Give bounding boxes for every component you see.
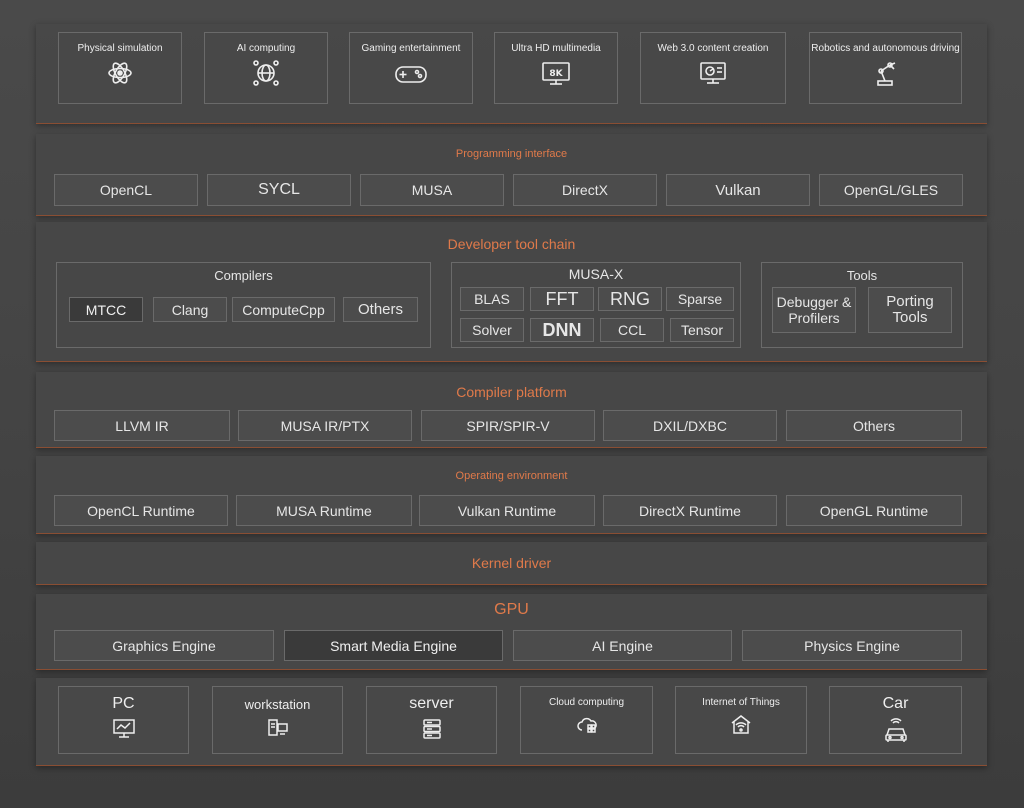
ir-musa-ptx: MUSA IR/PTX — [238, 410, 412, 441]
app-label: Gaming entertainment — [361, 43, 461, 54]
device-label: Internet of Things — [702, 697, 780, 708]
gamepad-icon — [395, 66, 427, 83]
app-label: Web 3.0 content creation — [657, 43, 769, 54]
cloud-icon — [576, 717, 597, 733]
api-directx: DirectX — [513, 174, 657, 206]
api-opengl-gles: OpenGL/GLES — [819, 174, 963, 206]
compilers-group: Compilers MTCC Clang ComputeCpp Others — [56, 262, 431, 348]
programming-interface-title: Programming interface — [455, 148, 568, 160]
gpu-title: GPU — [494, 601, 529, 618]
api-sycl: SYCL — [207, 174, 351, 206]
api-opencl: OpenCL — [54, 174, 198, 206]
app-label: Ultra HD multimedia — [511, 43, 601, 54]
8k-monitor-icon: 8K — [542, 62, 570, 85]
app-label: Robotics and autonomous driving — [811, 43, 960, 54]
device-label: PC — [112, 695, 135, 712]
kernel-driver-title: Kernel driver — [471, 555, 552, 571]
device-car: Car — [829, 686, 962, 754]
app-label: Physical simulation — [77, 43, 163, 54]
musa-x-rng: RNG — [598, 287, 662, 311]
musa-x-ccl: CCL — [600, 318, 664, 342]
engine-graphics: Graphics Engine — [54, 630, 274, 661]
tools-title: Tools — [846, 268, 878, 283]
device-cloud-computing: Cloud computing — [520, 686, 653, 754]
device-label: Car — [882, 695, 909, 712]
compiler-mtcc: MTCC — [69, 297, 143, 322]
app-label: AI computing — [236, 43, 296, 54]
gpu-layer: GPU Graphics Engine Smart Media Engine A… — [36, 594, 987, 670]
runtime-musa: MUSA Runtime — [236, 495, 412, 526]
app-ai-computing: AI computing — [204, 32, 328, 104]
devices-layer: PC workstation server Cloud computing In… — [36, 678, 987, 766]
applications-layer: Physical simulation AI computing Gaming … — [36, 24, 987, 124]
app-physical-simulation: Physical simulation — [58, 32, 182, 104]
ir-dxil-dxbc: DXIL/DXBC — [603, 410, 777, 441]
app-robotics-autonomous-driving: Robotics and autonomous driving — [809, 32, 962, 104]
chart-monitor-icon — [700, 62, 726, 84]
device-server: server — [366, 686, 497, 754]
runtime-opencl: OpenCL Runtime — [54, 495, 228, 526]
compilers-title: Compilers — [214, 268, 273, 283]
api-vulkan: Vulkan — [666, 174, 810, 206]
musa-x-title: MUSA-X — [568, 266, 624, 282]
ir-spir-v: SPIR/SPIR-V — [421, 410, 595, 441]
operating-environment-layer: Operating environment OpenCL Runtime MUS… — [36, 456, 987, 534]
operating-environment-title: Operating environment — [455, 470, 568, 482]
musa-x-dnn: DNN — [530, 318, 594, 342]
api-musa: MUSA — [360, 174, 504, 206]
iot-home-icon — [731, 715, 751, 734]
developer-tool-chain-layer: Developer tool chain Compilers MTCC Clan… — [36, 222, 987, 362]
runtime-vulkan: Vulkan Runtime — [419, 495, 595, 526]
device-label: Cloud computing — [548, 697, 625, 708]
robot-arm-icon — [876, 62, 895, 86]
server-icon — [422, 719, 441, 739]
car-icon — [884, 718, 907, 742]
device-internet-of-things: Internet of Things — [675, 686, 807, 754]
ir-others: Others — [786, 410, 962, 441]
kernel-driver-layer: Kernel driver — [36, 542, 987, 585]
runtime-opengl: OpenGL Runtime — [786, 495, 962, 526]
network-globe-icon — [253, 60, 279, 86]
compiler-computecpp: ComputeCpp — [232, 297, 335, 322]
compiler-clang: Clang — [153, 297, 227, 322]
compiler-platform-title: Compiler platform — [456, 384, 567, 400]
ir-llvm: LLVM IR — [54, 410, 230, 441]
device-pc: PC — [58, 686, 189, 754]
workstation-icon — [267, 719, 288, 736]
compiler-platform-layer: Compiler platform LLVM IR MUSA IR/PTX SP… — [36, 372, 987, 448]
app-gaming-entertainment: Gaming entertainment — [349, 32, 473, 104]
app-web3-content-creation: Web 3.0 content creation — [640, 32, 786, 104]
developer-tool-chain-title: Developer tool chain — [447, 236, 576, 252]
pc-monitor-icon — [112, 719, 135, 738]
engine-physics: Physics Engine — [742, 630, 962, 661]
svg-text:8K: 8K — [549, 69, 563, 79]
compiler-others: Others — [343, 297, 418, 322]
engine-smart-media: Smart Media Engine — [284, 630, 503, 661]
musa-x-sparse: Sparse — [666, 287, 734, 311]
device-label: workstation — [244, 697, 311, 712]
musa-x-blas: BLAS — [460, 287, 524, 311]
musa-x-tensor: Tensor — [670, 318, 734, 342]
tool-debugger-profilers: Debugger & Profilers — [772, 287, 856, 333]
tools-group: Tools Debugger & Profilers Porting Tools — [761, 262, 963, 348]
engine-ai: AI Engine — [513, 630, 732, 661]
musa-x-fft: FFT — [530, 287, 594, 311]
runtime-directx: DirectX Runtime — [603, 495, 777, 526]
atom-icon — [108, 62, 132, 84]
app-ultra-hd-multimedia: Ultra HD multimedia 8K — [494, 32, 618, 104]
musa-x-group: MUSA-X BLAS FFT RNG Sparse Solver DNN CC… — [451, 262, 741, 348]
musa-x-solver: Solver — [460, 318, 524, 342]
device-workstation: workstation — [212, 686, 343, 754]
programming-interface-layer: Programming interface OpenCL SYCL MUSA D… — [36, 134, 987, 216]
tool-porting-tools: Porting Tools — [868, 287, 952, 333]
device-label: server — [409, 695, 454, 712]
